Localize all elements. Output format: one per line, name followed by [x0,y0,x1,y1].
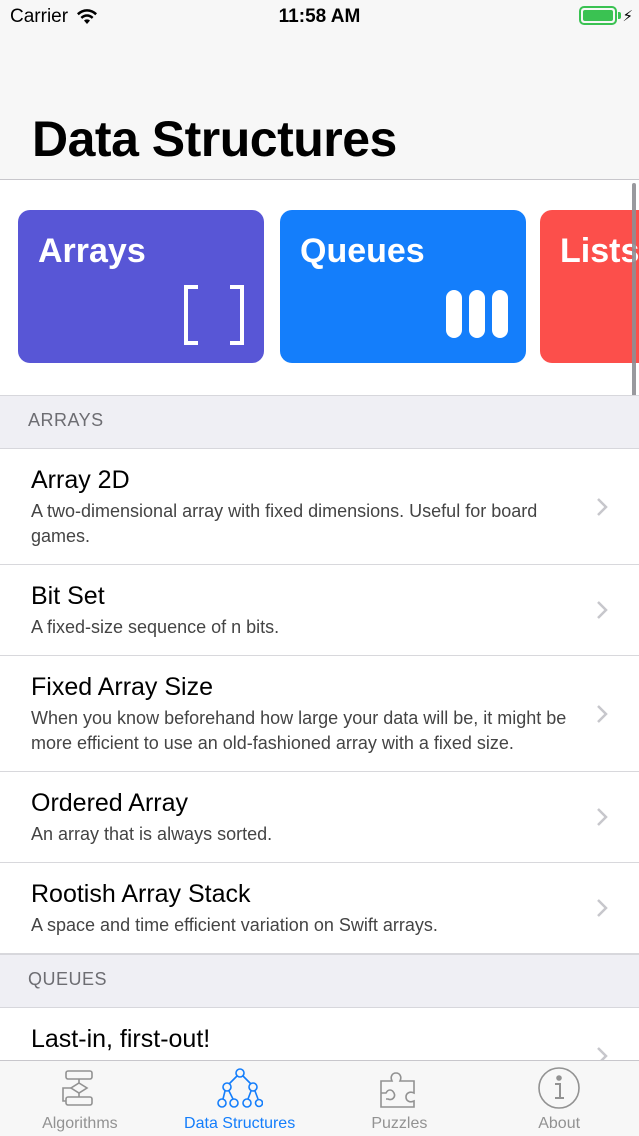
row-title: Bit Set [31,582,105,610]
tab-puzzles[interactable]: Puzzles [320,1061,480,1136]
chevron-right-icon [597,1047,608,1060]
queue-bars-icon [446,290,508,338]
chevron-right-icon [597,704,608,723]
data-structures-list[interactable]: ARRAYS Array 2D A two-dimensional array … [0,395,639,1060]
card-title: Queues [300,232,425,270]
brackets-icon [184,285,244,345]
chevron-right-icon [597,601,608,619]
chevron-right-icon [597,497,608,516]
row-subtitle: A fixed-size sequence of n bits. [31,617,280,637]
row-subtitle: A two-dimensional array with fixed dimen… [31,501,538,546]
card-lists[interactable]: Lists [540,210,639,363]
battery-icon [579,6,617,25]
list-item-bit-set[interactable]: Bit Set A fixed-size sequence of n bits. [0,565,639,656]
tab-label: Data Structures [184,1115,296,1132]
flowchart-icon [62,1070,93,1106]
row-title: Last-in, first-out! [31,1025,211,1053]
list-item-ordered-array[interactable]: Ordered Array An array that is always so… [0,772,639,863]
tab-label: Puzzles [371,1115,428,1132]
page-title: Data Structures [32,111,397,167]
section-header-queues: QUEUES [0,954,639,1008]
row-subtitle: When you know beforehand how large your … [31,708,567,753]
battery-tip [618,12,621,19]
tab-data-structures[interactable]: Data Structures [160,1061,320,1136]
tab-label: About [538,1115,581,1132]
row-title: Array 2D [31,466,130,494]
tree-icon [216,1068,263,1108]
card-title: Arrays [38,232,146,270]
tab-algorithms[interactable]: Algorithms [0,1061,160,1136]
section-header-arrays: ARRAYS [0,395,639,449]
tab-bar: Algorithms Data Structures Puzzles About [0,1060,639,1136]
category-carousel[interactable]: Arrays Queues Lists [0,181,639,395]
info-icon [538,1067,580,1109]
charging-bolt-icon: ⚡ [622,8,633,25]
card-arrays[interactable]: Arrays [18,210,264,363]
row-title: Rootish Array Stack [31,880,251,908]
row-title: Ordered Array [31,789,189,817]
tab-about[interactable]: About [479,1061,639,1136]
chevron-right-icon [597,808,608,826]
puzzle-icon [380,1072,416,1108]
list-item-last-in-first-out[interactable]: Last-in, first-out! [0,1008,639,1060]
list-item-array-2d[interactable]: Array 2D A two-dimensional array with fi… [0,449,639,565]
row-subtitle: An array that is always sorted. [31,824,273,844]
tab-label: Algorithms [42,1115,118,1132]
navigation-header: Data Structures [0,34,639,180]
list-item-rootish-array-stack[interactable]: Rootish Array Stack A space and time eff… [0,863,639,954]
card-queues[interactable]: Queues [280,210,526,363]
card-title: Lists [560,232,639,270]
row-subtitle: A space and time efficient variation on … [31,915,438,935]
list-item-fixed-array-size[interactable]: Fixed Array Size When you know beforehan… [0,656,639,772]
row-title: Fixed Array Size [31,673,214,701]
status-time: 11:58 AM [278,6,361,27]
battery-level [583,10,613,21]
status-bar: Carrier 11:58 AM ⚡ [0,0,639,34]
chevron-right-icon [597,899,608,917]
scroll-indicator [632,183,636,395]
